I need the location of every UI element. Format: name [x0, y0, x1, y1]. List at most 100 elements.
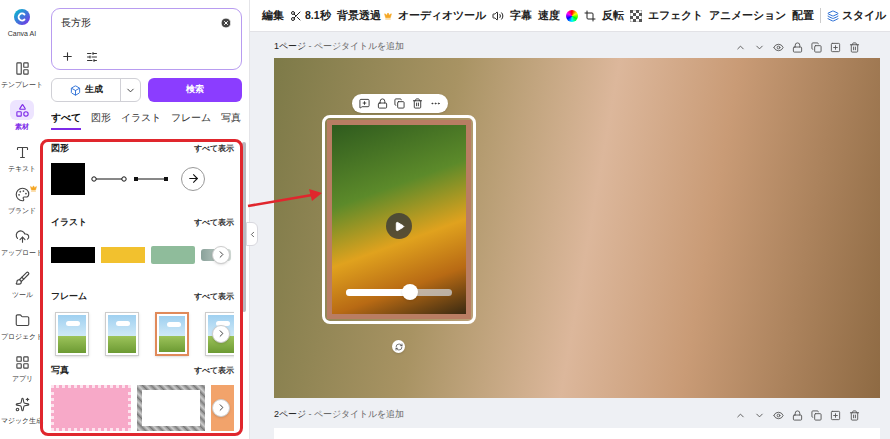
video-slider[interactable] — [346, 284, 452, 300]
page-action-icon[interactable] — [792, 42, 803, 53]
rail-item-icon — [15, 103, 30, 118]
rotate-handle[interactable] — [392, 340, 405, 353]
result-section: イラストすべて表示 — [51, 212, 234, 286]
rail-item[interactable]: ブランド — [0, 178, 44, 220]
transparency-icon — [630, 10, 642, 22]
page-title[interactable]: 2ページ - ページタイトルを追加 — [274, 408, 404, 422]
rail-item[interactable]: プロジェクト — [0, 304, 44, 346]
premium-crown-icon — [384, 12, 392, 20]
search-input[interactable]: 長方形 — [61, 15, 91, 30]
toolbar-item[interactable]: 字幕 — [510, 8, 532, 24]
search-box[interactable]: 長方形 — [51, 8, 242, 70]
page-action-icon[interactable] — [735, 410, 746, 421]
tab[interactable]: 図形 — [91, 111, 111, 130]
toolbar-item[interactable] — [584, 10, 596, 22]
page-title[interactable]: 1ページ - ページタイトルを追加 — [274, 40, 404, 54]
frame-thumbnail[interactable] — [55, 312, 89, 356]
generate-button[interactable]: 生成 — [51, 78, 141, 102]
toolbar-item[interactable] — [566, 10, 578, 22]
rail-item[interactable]: ツール — [0, 262, 44, 304]
toolbar-item[interactable]: オーディオツール — [398, 8, 486, 24]
design-canvas[interactable] — [274, 58, 880, 398]
page-action-icon[interactable] — [792, 410, 803, 421]
lock-icon[interactable] — [377, 98, 388, 109]
premium-crown-icon — [30, 185, 37, 192]
page-action-icon[interactable] — [754, 410, 765, 421]
page-action-icon[interactable] — [773, 42, 784, 53]
tab[interactable]: すべて — [51, 111, 81, 130]
page-action-icon[interactable] — [773, 410, 784, 421]
toolbar-item[interactable]: 配置 — [792, 8, 814, 24]
see-all-link[interactable]: すべて表示 — [194, 291, 234, 303]
yellow-bar-illustration[interactable] — [101, 247, 145, 263]
frame-thumbnail[interactable] — [155, 312, 189, 356]
selected-frame[interactable] — [322, 115, 476, 324]
pink-photo[interactable] — [51, 385, 131, 431]
chevron-right-icon — [216, 249, 227, 260]
delete-icon[interactable] — [412, 98, 423, 109]
toolbar-item[interactable]: エフェクト — [648, 8, 703, 24]
play-button[interactable] — [386, 213, 412, 239]
rail-item-icon — [15, 229, 30, 244]
see-all-link[interactable]: すべて表示 — [194, 365, 234, 377]
rail-item[interactable]: テキスト — [0, 136, 44, 178]
toolbar-item[interactable]: 速度 — [538, 8, 560, 24]
more-button[interactable] — [212, 246, 230, 264]
page-header: 1ページ - ページタイトルを追加 — [274, 36, 880, 58]
page-action-icon[interactable] — [849, 410, 860, 421]
speaker-icon — [492, 10, 504, 22]
page-action-icon[interactable] — [811, 410, 822, 421]
rail-item[interactable]: アプリ — [0, 346, 44, 388]
search-button[interactable]: 検索 — [148, 78, 242, 102]
toolbar-item[interactable]: 8.1秒 — [290, 8, 331, 24]
rail-item[interactable]: アップロード — [0, 220, 44, 262]
clear-icon[interactable] — [220, 17, 232, 29]
page-action-icon[interactable] — [811, 42, 822, 53]
page-2-canvas[interactable] — [274, 428, 880, 439]
toolbar-item[interactable] — [492, 10, 504, 22]
rail-item[interactable]: テンプレート — [0, 52, 44, 94]
rail-item[interactable]: マジック生成 — [0, 388, 44, 430]
plus-icon[interactable] — [61, 50, 74, 63]
canva-ai-button[interactable]: Canva AI — [8, 8, 36, 52]
black-bar-illustration[interactable] — [51, 247, 95, 263]
rail-item[interactable]: 素材 — [0, 94, 44, 136]
tab[interactable]: 写真 — [221, 111, 241, 130]
cube-icon — [70, 85, 81, 96]
tab[interactable]: イラスト — [121, 111, 161, 130]
top-toolbar: 編集 8.1秒背景透過オーディオツール 字幕速度 反転 エフェクトアニメーション配置スタ… — [250, 0, 890, 32]
see-all-link[interactable]: すべて表示 — [194, 217, 234, 229]
page-action-icon[interactable] — [754, 42, 765, 53]
toolbar-item[interactable]: 背景透過 — [337, 8, 392, 24]
line-square-end-icon[interactable] — [133, 174, 169, 184]
green-bar-illustration[interactable] — [151, 246, 195, 264]
toolbar-item[interactable]: スタイル — [820, 8, 886, 24]
line-dots-icon[interactable] — [91, 174, 127, 184]
more-button[interactable] — [212, 399, 230, 417]
comment-icon[interactable] — [359, 98, 370, 109]
arrow-shape[interactable] — [181, 167, 205, 191]
shape-row — [51, 161, 234, 197]
page-action-icon[interactable] — [735, 42, 746, 53]
duplicate-icon[interactable] — [394, 98, 405, 109]
frame-thumbnail[interactable] — [105, 312, 139, 356]
gray-frame-photo[interactable] — [137, 385, 205, 431]
page-action-icon[interactable] — [830, 410, 841, 421]
chevron-right-icon — [216, 328, 227, 339]
panel-collapse-handle[interactable] — [246, 222, 258, 246]
more-icon[interactable] — [430, 98, 441, 109]
chevron-down-icon[interactable] — [125, 85, 136, 96]
more-button[interactable] — [212, 325, 230, 343]
tab[interactable]: フレーム — [171, 111, 211, 130]
filter-icon[interactable] — [86, 51, 98, 63]
toolbar-item[interactable]: 編集 — [262, 8, 284, 24]
slider-knob[interactable] — [402, 284, 418, 300]
page-action-icon[interactable] — [849, 42, 860, 53]
style-icon — [827, 10, 839, 22]
toolbar-item[interactable] — [630, 10, 642, 22]
toolbar-item[interactable]: アニメーション — [709, 8, 786, 24]
square-shape[interactable] — [51, 163, 85, 195]
page-action-icon[interactable] — [830, 42, 841, 53]
toolbar-item[interactable]: 反転 — [602, 8, 624, 24]
see-all-link[interactable]: すべて表示 — [194, 143, 234, 155]
